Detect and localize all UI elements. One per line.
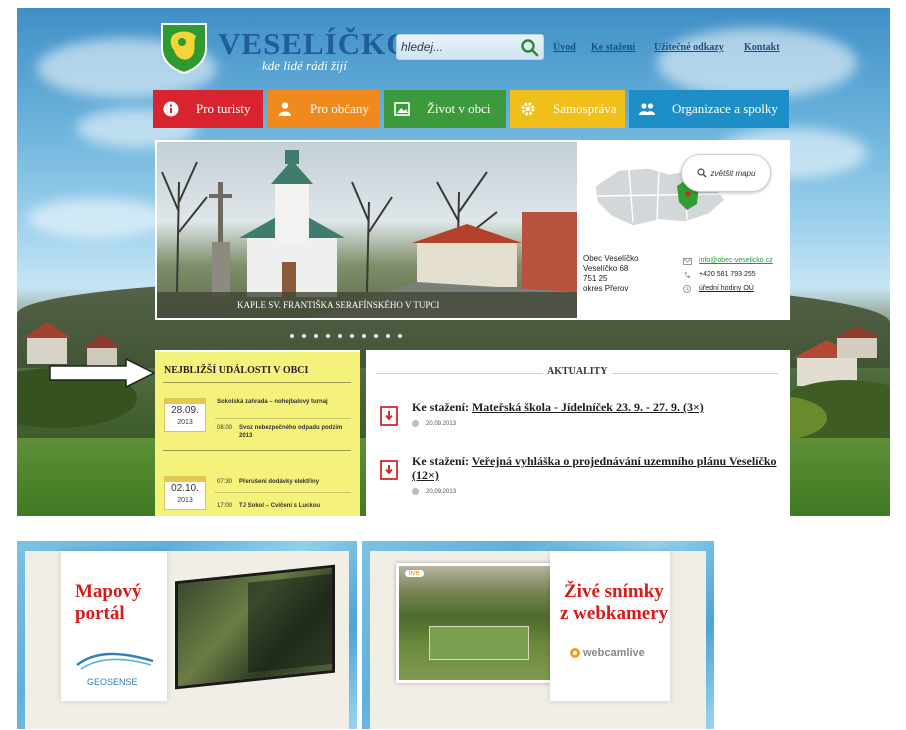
zoom-map-button[interactable]: zvětšit mapu (681, 154, 771, 192)
events-panel: NEJBLIŽŠÍ UDÁLOSTI V OBCI 28.09. 2013 So… (155, 350, 360, 516)
slider-dot[interactable] (350, 334, 354, 338)
zoom-icon (696, 168, 707, 178)
contact-list: info@obec-veselicko.cz +420 581 793 255 … (681, 254, 773, 296)
mail-icon (681, 257, 693, 265)
webcam-snapshot[interactable]: live (396, 563, 564, 683)
slider-dot[interactable] (314, 334, 318, 338)
banner-webcam[interactable]: live Živé snímky z webkamery webcamlive (362, 541, 714, 729)
map-screenshot (175, 564, 335, 690)
coat-of-arms-logo[interactable] (160, 22, 208, 74)
page: VESELÍČKO kde lidé rádi žijí Úvod Ke sta… (0, 0, 906, 730)
tab-pro-turisty[interactable]: Pro turisty (153, 90, 263, 128)
image-slider: KAPLE SV. FRANTIŠKA SERAFÍNSKÉHO V TUPCI… (155, 140, 790, 320)
live-badge: live (405, 570, 424, 577)
contact-email[interactable]: info@obec-veselicko.cz (681, 254, 773, 268)
banner-map-portal[interactable]: Mapový portál GEOSENSE (17, 541, 357, 729)
news-date: 20.09.2013 (412, 488, 456, 495)
calendar-date: 28.09. 2013 (164, 398, 206, 432)
map-portal-card: Mapový portál GEOSENSE (61, 551, 167, 701)
site-slogan: kde lidé rádi žijí (262, 58, 347, 73)
group-icon (636, 98, 658, 120)
news-title: AKTUALITY (543, 366, 612, 377)
toplink-contact[interactable]: Kontakt (744, 42, 780, 53)
geosense-logo (76, 652, 154, 670)
news-date: 20.09.2013 (412, 420, 456, 427)
slider-dot[interactable] (362, 334, 366, 338)
photo-icon (391, 98, 413, 120)
calendar-date: 02.10. 2013 (164, 476, 206, 510)
slider-dot[interactable] (290, 334, 294, 338)
news-panel: AKTUALITY Ke stažení: Mateřská škola - J… (366, 350, 790, 516)
slider-pagination (290, 334, 402, 338)
toplink-downloads[interactable]: Ke stažení (591, 42, 635, 53)
toplink-useful-links[interactable]: Užitečné odkazy (654, 42, 724, 53)
toplink-home[interactable]: Úvod (553, 42, 576, 53)
info-icon (160, 98, 182, 120)
phone-icon (681, 271, 693, 279)
region-map-panel: zvětšit mapu Obec Veselíčko Veselíčko 68… (581, 142, 788, 318)
gear-icon (517, 98, 539, 120)
news-link[interactable]: Mateřská škola - Jídelníček 23. 9. - 27.… (472, 400, 704, 414)
slider-dot[interactable] (398, 334, 402, 338)
search-input[interactable] (401, 37, 519, 57)
slide-photo-chapel[interactable]: KAPLE SV. FRANTIŠKA SERAFÍNSKÉHO V TUPCI (157, 142, 577, 318)
slider-dot[interactable] (386, 334, 390, 338)
slider-dot-active[interactable] (374, 334, 378, 338)
contact-phone: +420 581 793 255 (681, 268, 773, 282)
clock-icon (412, 420, 419, 427)
tab-samosprava[interactable]: Samospráva (510, 90, 625, 128)
tab-zivot-v-obci[interactable]: Život v obci (384, 90, 506, 128)
webcam-card: Živé snímky z webkamery webcamlive (550, 551, 670, 701)
clock-icon (412, 488, 419, 495)
tab-organizace-a-spolky[interactable]: Organizace a spolky (629, 90, 789, 128)
site-title[interactable]: VESELÍČKO (218, 28, 411, 59)
slide-caption: KAPLE SV. FRANTIŠKA SERAFÍNSKÉHO V TUPCI (157, 292, 577, 318)
municipality-address: Obec Veselíčko Veselíčko 68 751 25 okres… (583, 254, 639, 293)
search-icon[interactable] (519, 37, 541, 57)
tab-pro-obcany[interactable]: Pro občany (267, 90, 380, 128)
webcamlive-logo: webcamlive (570, 647, 645, 659)
slider-dot[interactable] (338, 334, 342, 338)
events-title: NEJBLIŽŠÍ UDÁLOSTI V OBCI (164, 365, 309, 376)
slider-dot[interactable] (302, 334, 306, 338)
clock-icon (681, 285, 693, 293)
slider-dot[interactable] (326, 334, 330, 338)
arrow-pointer-icon (49, 358, 156, 388)
download-icon (380, 406, 398, 426)
search-box (396, 34, 544, 60)
person-icon (274, 98, 296, 120)
webcam-logo-icon (570, 648, 580, 658)
download-icon (380, 460, 398, 480)
contact-office-hours[interactable]: úřední hodiny OÚ (681, 282, 773, 296)
